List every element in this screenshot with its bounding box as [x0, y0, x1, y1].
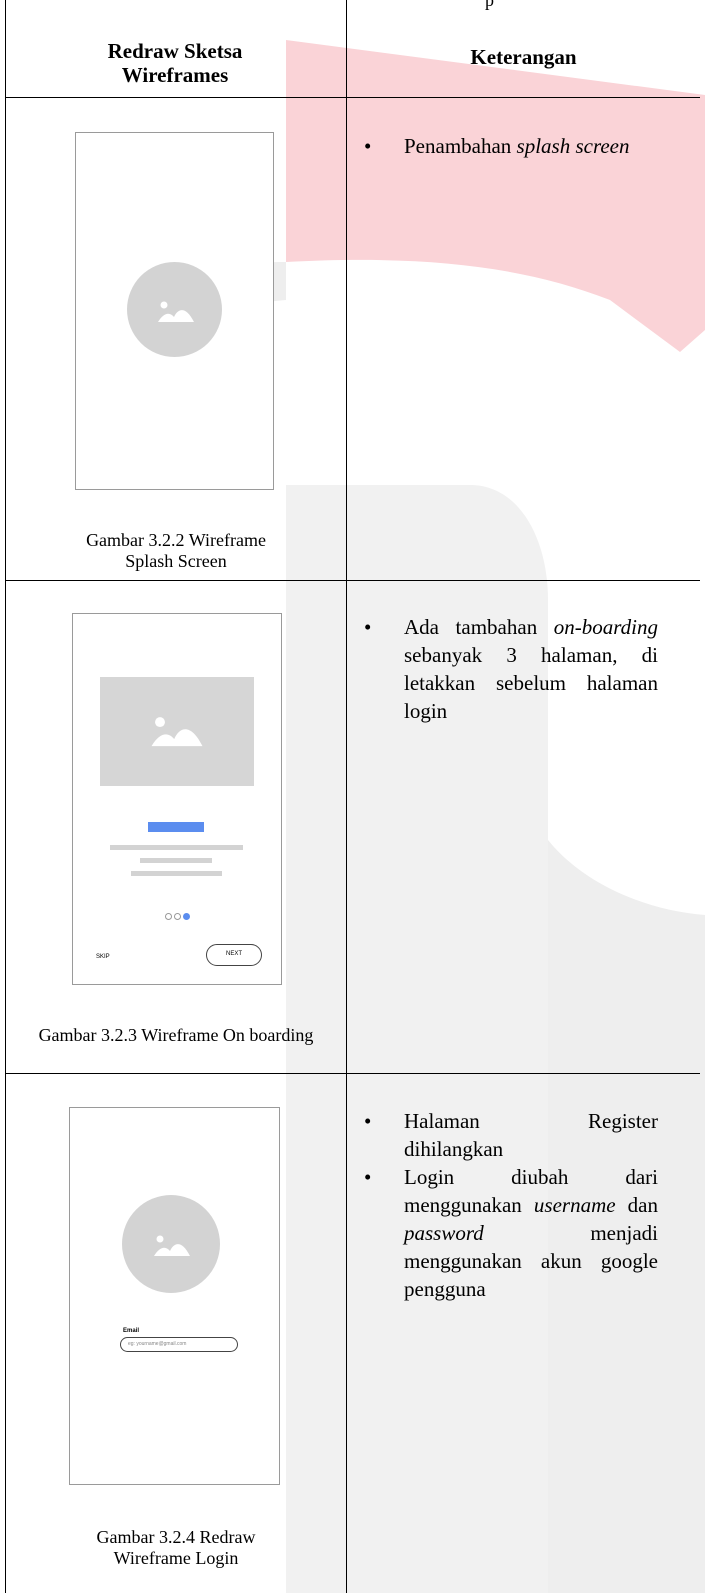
table-border-left: [5, 0, 6, 1593]
next-button[interactable]: NEXT: [206, 944, 262, 966]
row2-divider: [5, 1073, 700, 1074]
wireframe-table: p Redraw Sketsa Wireframes Keterangan Ga…: [5, 0, 700, 1593]
pagination-dots: [165, 912, 195, 920]
note-text-italic: password: [404, 1221, 484, 1245]
note-text-plain: Penambahan: [404, 134, 517, 158]
next-button-label: NEXT: [225, 951, 242, 957]
row1-divider: [5, 580, 700, 581]
header-fragment: p: [485, 0, 494, 10]
note-text-italic: username: [533, 1193, 616, 1217]
note-text-plain: dan: [615, 1193, 658, 1217]
onboarding-text-line: [140, 858, 212, 863]
notes-onboarding: Ada tambahan on-boarding sebanyak 3 hala…: [358, 613, 658, 725]
pagination-dot: [165, 913, 172, 920]
note-item: Ada tambahan on-boarding sebanyak 3 hala…: [358, 613, 658, 725]
figure-caption-login: Gambar 3.2.4 Redraw Wireframe Login: [96, 1527, 256, 1568]
wireframe-onboarding: SKIP NEXT: [72, 613, 282, 985]
pagination-dot-active: [183, 913, 190, 920]
splash-logo-circle: [127, 262, 222, 357]
column-header-wireframes: Redraw Sketsa Wireframes: [107, 39, 243, 87]
wireframe-login: Email eg: yourname@gmail.com: [69, 1107, 280, 1485]
note-item: Login diubah dari menggunakan username d…: [358, 1163, 658, 1303]
note-text-plain: Halaman Register dihilangkan: [404, 1109, 658, 1161]
pagination-dot: [174, 913, 181, 920]
table-column-divider: [346, 0, 347, 1593]
email-placeholder: eg: yourname@gmail.com: [128, 1341, 187, 1347]
notes-splash: Penambahan splash screen: [358, 132, 658, 160]
figure-caption-onboarding: Gambar 3.2.3 Wireframe On boarding: [38, 1025, 314, 1045]
figure-caption-splash: Gambar 3.2.2 Wireframe Splash Screen: [86, 530, 266, 571]
email-label: Email: [123, 1328, 140, 1334]
header-row-divider: [5, 97, 700, 98]
login-logo-circle: [122, 1195, 220, 1293]
note-text-italic: on-boarding: [553, 615, 658, 639]
image-placeholder-icon: [158, 301, 194, 322]
email-field[interactable]: eg: yourname@gmail.com: [120, 1337, 238, 1352]
note-item: Penambahan splash screen: [358, 132, 658, 160]
note-text-plain: sebanyak 3 halaman, di letakkan sebelum …: [404, 643, 658, 723]
image-placeholder-icon: [154, 1235, 190, 1256]
skip-button[interactable]: SKIP: [96, 954, 110, 960]
note-text-plain: Ada tambahan: [404, 615, 554, 639]
image-placeholder-icon: [151, 717, 203, 747]
onboarding-title-bar: [148, 822, 204, 832]
note-text-italic: splash screen: [516, 134, 630, 158]
column-header-keterangan: Keterangan: [470, 45, 577, 69]
onboarding-illustration: [100, 677, 254, 786]
notes-login: Halaman Register dihilangkan Login diuba…: [358, 1107, 658, 1303]
wireframe-splash-screen: [75, 132, 274, 490]
onboarding-text-line: [131, 871, 222, 876]
note-item: Halaman Register dihilangkan: [358, 1107, 658, 1163]
onboarding-text-line: [110, 845, 243, 850]
